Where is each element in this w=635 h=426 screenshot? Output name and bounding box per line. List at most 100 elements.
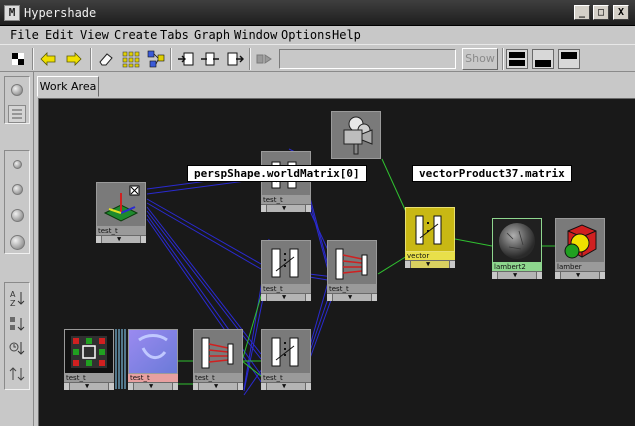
checker-icon[interactable] <box>8 49 28 69</box>
connection-tooltip: vectorProduct37.matrix <box>412 165 572 182</box>
maya-app-icon: M <box>4 5 20 21</box>
large-swatch-icon[interactable] <box>11 209 24 222</box>
expand-arrow-icon[interactable]: ▼ <box>513 272 517 279</box>
expand-arrow-icon[interactable]: ▼ <box>282 294 286 301</box>
arrow-right-icon[interactable] <box>64 49 84 69</box>
output-port[interactable] <box>108 383 114 390</box>
menu-create[interactable]: Create <box>114 28 157 42</box>
connection-line <box>308 198 330 275</box>
graph-node-multiply-divide[interactable]: test_t ▼ <box>261 329 311 390</box>
menu-file[interactable]: File <box>10 28 39 42</box>
graph-node-normal-map[interactable]: test_t ▼ <box>128 329 178 390</box>
toolbar-separator <box>502 48 504 70</box>
connection-line <box>146 202 262 270</box>
sort-by-type-icon[interactable] <box>8 314 26 334</box>
graph-node-camera[interactable] <box>331 111 381 172</box>
window-title: Hypershade <box>24 6 97 20</box>
input-port[interactable] <box>327 294 333 301</box>
plus-minus-average-icon <box>327 240 377 285</box>
menu-options[interactable]: Options <box>281 28 332 42</box>
menu-view[interactable]: View <box>80 28 109 42</box>
graph-node-plus-minus-average[interactable]: test_t ▼ <box>193 329 243 390</box>
graph-node-texture[interactable]: test_t ▼ <box>64 329 114 390</box>
expand-arrow-icon[interactable]: ▼ <box>426 261 430 268</box>
close-button[interactable]: X <box>613 5 629 20</box>
tab-work-area[interactable]: Work Area <box>37 76 99 97</box>
medium-swatch-icon[interactable] <box>12 184 23 195</box>
sort-by-name-icon[interactable]: AZ <box>8 288 26 308</box>
graph-node-plus-minus-average[interactable]: test_t ▼ <box>327 240 377 301</box>
reverse-sort-icon[interactable] <box>8 364 26 384</box>
node-label: test_t <box>193 374 243 382</box>
menu-help[interactable]: Help <box>332 28 361 42</box>
expand-arrow-icon[interactable]: ▼ <box>214 383 218 390</box>
menu-tabs[interactable]: Tabs <box>160 28 189 42</box>
expand-arrow-icon[interactable]: ▼ <box>282 383 286 390</box>
show-button[interactable]: Show <box>462 48 498 70</box>
node-label: test_t <box>261 196 311 204</box>
menu-graph[interactable]: Graph <box>194 28 230 42</box>
output-connections-icon[interactable] <box>225 49 245 69</box>
bookmark-icon[interactable] <box>254 49 274 69</box>
eraser-icon[interactable] <box>96 49 116 69</box>
input-port[interactable] <box>405 261 411 268</box>
expand-arrow-icon[interactable]: ▼ <box>282 205 286 212</box>
minimize-button[interactable]: _ <box>574 5 590 20</box>
input-output-icon[interactable] <box>200 49 220 69</box>
node-ports: ▼ <box>128 382 178 390</box>
output-port[interactable] <box>536 272 542 279</box>
small-swatch-icon[interactable] <box>13 160 22 169</box>
work-area-graph[interactable]: test_t ▼ test_t ▼ test_t ▼ test_t ▼ test… <box>38 98 635 426</box>
graph-node-place3d[interactable]: test_t ▼ <box>96 182 146 243</box>
grid-icon[interactable] <box>121 49 141 69</box>
title-bar: M Hypershade _ □ X <box>0 0 635 26</box>
input-port[interactable] <box>261 294 267 301</box>
menu-window[interactable]: Window <box>234 28 277 42</box>
graph-node-vector-product[interactable]: vector ▼ <box>405 207 455 268</box>
connection-tooltip: perspShape.worldMatrix[0] <box>187 165 367 182</box>
output-port[interactable] <box>305 205 311 212</box>
input-connections-icon[interactable] <box>176 49 196 69</box>
menu-edit[interactable]: Edit <box>45 28 74 42</box>
bottom-only-layout-icon[interactable] <box>532 49 554 69</box>
node-ports: ▼ <box>261 382 311 390</box>
node-path-field[interactable] <box>279 49 456 69</box>
top-only-layout-icon[interactable] <box>558 49 580 69</box>
expand-arrow-icon[interactable]: ▼ <box>348 294 352 301</box>
graph-node-lambert2[interactable]: lambert2 ▼ <box>492 218 542 279</box>
node-ports: ▼ <box>261 293 311 301</box>
expand-arrow-icon[interactable]: ▼ <box>149 383 153 390</box>
expand-arrow-icon[interactable]: ▼ <box>117 236 121 243</box>
input-port[interactable] <box>128 383 134 390</box>
input-port[interactable] <box>555 272 561 279</box>
output-port[interactable] <box>305 383 311 390</box>
sort-by-time-icon[interactable] <box>8 338 26 358</box>
input-port[interactable] <box>492 272 498 279</box>
output-port[interactable] <box>237 383 243 390</box>
output-port[interactable] <box>140 236 146 243</box>
output-port[interactable] <box>371 294 377 301</box>
hypershade-sidebar: AZ <box>0 72 34 426</box>
list-view-icon[interactable] <box>8 105 26 123</box>
maximize-button[interactable]: □ <box>593 5 609 20</box>
output-port[interactable] <box>599 272 605 279</box>
input-port[interactable] <box>64 383 70 390</box>
arrow-left-icon[interactable] <box>38 49 58 69</box>
sphere-swatch-icon[interactable] <box>11 84 23 96</box>
top-bottom-layout-icon[interactable] <box>506 49 528 69</box>
output-port[interactable] <box>449 261 455 268</box>
output-port[interactable] <box>172 383 178 390</box>
xlarge-swatch-icon[interactable] <box>10 235 25 250</box>
graph-node-multiply-divide[interactable]: test_t ▼ <box>261 240 311 301</box>
expand-arrow-icon[interactable]: ▼ <box>576 272 580 279</box>
input-port[interactable] <box>261 383 267 390</box>
input-port[interactable] <box>261 205 267 212</box>
multiply-divide-icon <box>261 240 311 285</box>
input-port[interactable] <box>193 383 199 390</box>
graph-node-shading-group[interactable]: lamber ▼ <box>555 218 605 279</box>
output-port[interactable] <box>305 294 311 301</box>
graph-network-icon[interactable] <box>146 49 166 69</box>
shading-group-icon <box>555 218 605 263</box>
expand-arrow-icon[interactable]: ▼ <box>85 383 89 390</box>
input-port[interactable] <box>96 236 102 243</box>
